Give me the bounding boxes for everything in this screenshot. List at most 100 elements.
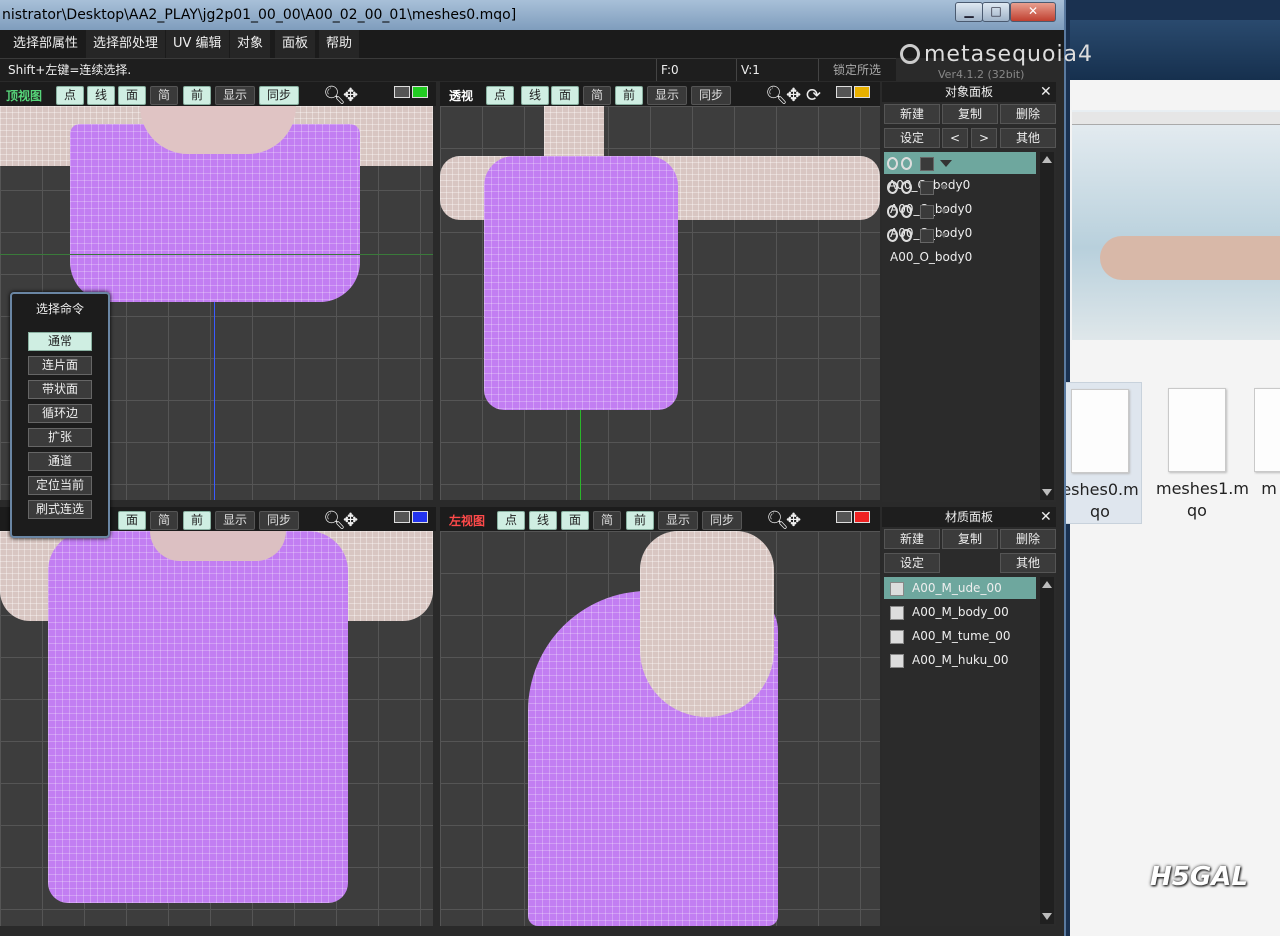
rotate-icon[interactable]: ⟳ xyxy=(806,85,821,106)
close-icon[interactable]: ✕ xyxy=(1040,82,1052,102)
scroll-down-icon[interactable] xyxy=(1042,913,1052,920)
object-row[interactable]: A00_O_body0 xyxy=(884,152,1036,192)
line-mode-button[interactable]: 线 xyxy=(87,86,115,105)
object-new-button[interactable]: 新建 xyxy=(884,104,940,124)
object-prev-button[interactable]: < xyxy=(942,128,968,148)
material-delete-button[interactable]: 删除 xyxy=(1000,529,1056,549)
point-mode-button[interactable]: 点 xyxy=(497,511,525,530)
select-belt-faces-button[interactable]: 带状面 xyxy=(28,380,92,399)
simple-button[interactable]: 简 xyxy=(150,86,178,105)
perspective-viewport[interactable] xyxy=(440,106,880,500)
material-color-swatch[interactable] xyxy=(890,605,904,620)
menu-uv-edit[interactable]: UV 编辑 xyxy=(166,30,229,58)
object-row[interactable]: A00_O_body0 xyxy=(884,176,1036,216)
close-icon[interactable]: ✕ xyxy=(1040,507,1052,527)
minimize-button[interactable]: ▁ xyxy=(955,2,983,22)
display-button[interactable]: 显示 xyxy=(215,86,255,105)
lock-checkbox[interactable] xyxy=(920,204,934,219)
move-icon[interactable]: ✥ xyxy=(343,510,358,531)
select-locate-current-button[interactable]: 定位当前 xyxy=(28,476,92,495)
line-mode-button[interactable]: 线 xyxy=(529,511,557,530)
material-row[interactable]: A00_M_huku_00 xyxy=(884,649,1036,671)
expand-icon[interactable] xyxy=(940,160,952,167)
menu-object[interactable]: 对象 xyxy=(230,30,271,58)
object-scrollbar[interactable] xyxy=(1040,152,1054,500)
monitor-icon[interactable] xyxy=(836,86,872,102)
expand-icon[interactable] xyxy=(940,185,948,190)
material-color-swatch[interactable] xyxy=(890,629,904,644)
material-settings-button[interactable]: 设定 xyxy=(884,553,940,573)
material-copy-button[interactable]: 复制 xyxy=(942,529,998,549)
scroll-up-icon[interactable] xyxy=(1042,156,1052,163)
sync-button[interactable]: 同步 xyxy=(259,86,299,105)
scroll-down-icon[interactable] xyxy=(1042,489,1052,496)
front-button[interactable]: 前 xyxy=(615,86,643,105)
menu-selection-props[interactable]: 选择部属性 xyxy=(6,30,85,58)
display-button[interactable]: 显示 xyxy=(658,511,698,530)
point-mode-button[interactable]: 点 xyxy=(56,86,84,105)
select-channel-button[interactable]: 通道 xyxy=(28,452,92,471)
move-icon[interactable]: ✥ xyxy=(343,85,358,106)
eye-icon[interactable] xyxy=(887,181,898,194)
material-new-button[interactable]: 新建 xyxy=(884,529,940,549)
eye-icon[interactable] xyxy=(887,157,898,170)
object-row[interactable]: A00_O_body0 xyxy=(884,200,1036,240)
object-other-button[interactable]: 其他 xyxy=(1000,128,1056,148)
display-button[interactable]: 显示 xyxy=(647,86,687,105)
lock-checkbox[interactable] xyxy=(920,156,934,171)
file-meshes1[interactable]: meshes1.m qo xyxy=(1156,382,1249,522)
front-button[interactable]: 前 xyxy=(183,511,211,530)
monitor-icon[interactable] xyxy=(394,511,430,527)
lock-checkbox[interactable] xyxy=(920,228,934,243)
select-brush-button[interactable]: 刷式连选 xyxy=(28,500,92,519)
face-mode-button[interactable]: 面 xyxy=(561,511,589,530)
monitor-icon[interactable] xyxy=(394,86,430,102)
title-bar[interactable]: nistrator\Desktop\AA2_PLAY\jg2p01_00_00\… xyxy=(0,0,1064,30)
display-button[interactable]: 显示 xyxy=(215,511,255,530)
file-meshes0[interactable]: eshes0.m qo xyxy=(1058,382,1142,524)
front-button[interactable]: 前 xyxy=(626,511,654,530)
line-mode-button[interactable]: 线 xyxy=(521,86,549,105)
object-copy-button[interactable]: 复制 xyxy=(942,104,998,124)
eye-icon[interactable] xyxy=(887,229,898,242)
object-row[interactable]: A00_O_body0 xyxy=(884,224,1036,264)
material-row[interactable]: A00_M_body_00 xyxy=(884,601,1036,623)
material-other-button[interactable]: 其他 xyxy=(1000,553,1056,573)
face-mode-button[interactable]: 面 xyxy=(118,511,146,530)
move-icon[interactable]: ✥ xyxy=(786,510,801,531)
simple-button[interactable]: 简 xyxy=(583,86,611,105)
select-loop-edge-button[interactable]: 循环边 xyxy=(28,404,92,423)
lock-checkbox[interactable] xyxy=(920,180,934,195)
expand-icon[interactable] xyxy=(940,233,948,238)
object-settings-button[interactable]: 设定 xyxy=(884,128,940,148)
simple-button[interactable]: 简 xyxy=(150,511,178,530)
select-expand-button[interactable]: 扩张 xyxy=(28,428,92,447)
point-mode-button[interactable]: 点 xyxy=(486,86,514,105)
material-row[interactable]: A00_M_tume_00 xyxy=(884,625,1036,647)
front-viewport[interactable] xyxy=(0,531,433,926)
zoom-icon[interactable]: 🔍︎ xyxy=(765,85,788,106)
file-partial[interactable]: m xyxy=(1254,382,1280,500)
object-next-button[interactable]: > xyxy=(971,128,997,148)
maximize-button[interactable]: □ xyxy=(982,2,1010,22)
sync-button[interactable]: 同步 xyxy=(702,511,742,530)
face-mode-button[interactable]: 面 xyxy=(551,86,579,105)
menu-selection-process[interactable]: 选择部处理 xyxy=(86,30,166,58)
front-button[interactable]: 前 xyxy=(183,86,211,105)
scroll-up-icon[interactable] xyxy=(1042,581,1052,588)
move-icon[interactable]: ✥ xyxy=(786,85,801,106)
lock-selection-button[interactable]: 锁定所选 xyxy=(818,59,895,81)
close-button[interactable]: ✕ xyxy=(1010,2,1056,22)
material-color-swatch[interactable] xyxy=(890,581,904,596)
menu-help[interactable]: 帮助 xyxy=(319,30,360,58)
sync-button[interactable]: 同步 xyxy=(259,511,299,530)
material-color-swatch[interactable] xyxy=(890,653,904,668)
material-scrollbar[interactable] xyxy=(1040,577,1054,924)
simple-button[interactable]: 简 xyxy=(593,511,621,530)
face-mode-button[interactable]: 面 xyxy=(118,86,146,105)
menu-panel[interactable]: 面板 xyxy=(275,30,316,58)
material-row[interactable]: A00_M_ude_00 xyxy=(884,577,1036,599)
object-delete-button[interactable]: 删除 xyxy=(1000,104,1056,124)
eye-icon[interactable] xyxy=(887,205,898,218)
monitor-icon[interactable] xyxy=(836,511,872,527)
